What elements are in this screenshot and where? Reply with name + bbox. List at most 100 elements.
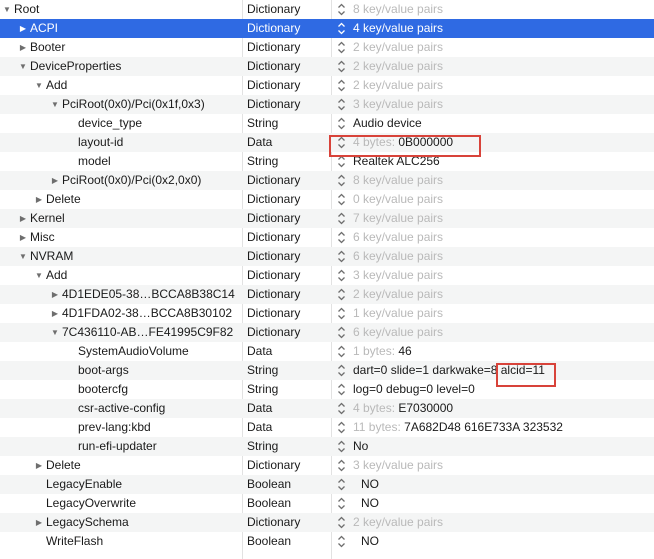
- stepper-icon[interactable]: [337, 306, 346, 321]
- outline-row[interactable]: ▼ PciRoot(0x0)/Pci(0x1f,0x3) Dictionary 3 k…: [0, 95, 654, 114]
- stepper-icon[interactable]: [337, 2, 346, 17]
- value-text[interactable]: 1 bytes: 46: [353, 342, 412, 361]
- stepper-icon[interactable]: [337, 192, 346, 207]
- value-text[interactable]: NO: [361, 532, 379, 551]
- value-text[interactable]: 1 key/value pairs: [353, 304, 443, 323]
- type-cell[interactable]: Dictionary: [247, 19, 325, 38]
- type-cell[interactable]: Boolean: [247, 494, 325, 513]
- value-text[interactable]: 3 key/value pairs: [353, 266, 443, 285]
- outline-row[interactable]: ▼ Add Dictionary 3 key/value pairs: [0, 266, 654, 285]
- key-cell[interactable]: csr-active-config: [0, 399, 236, 418]
- key-cell[interactable]: ▶ Booter: [0, 38, 236, 57]
- stepper-icon[interactable]: [337, 439, 346, 454]
- disclosure-expanded-icon[interactable]: ▼: [18, 247, 28, 266]
- value-text[interactable]: 3 key/value pairs: [353, 456, 443, 475]
- key-cell[interactable]: ▶ 4D1FDA02-38…BCCA8B30102: [0, 304, 236, 323]
- value-text[interactable]: 4 bytes: 0B000000: [353, 133, 453, 152]
- value-text[interactable]: 6 key/value pairs: [353, 323, 443, 342]
- value-text[interactable]: No: [353, 437, 368, 456]
- type-cell[interactable]: Data: [247, 399, 325, 418]
- value-text[interactable]: 0 key/value pairs: [353, 190, 443, 209]
- value-text[interactable]: 2 key/value pairs: [353, 57, 443, 76]
- outline-row[interactable]: ▶ Kernel Dictionary 7 key/value pairs: [0, 209, 654, 228]
- stepper-icon[interactable]: [337, 40, 346, 55]
- type-cell[interactable]: Dictionary: [247, 57, 325, 76]
- key-cell[interactable]: prev-lang:kbd: [0, 418, 236, 437]
- value-text[interactable]: 3 key/value pairs: [353, 95, 443, 114]
- key-cell[interactable]: model: [0, 152, 236, 171]
- outline-row[interactable]: ▼ NVRAM Dictionary 6 key/value pairs: [0, 247, 654, 266]
- outline-row[interactable]: ▶ LegacySchema Dictionary 2 key/value pairs: [0, 513, 654, 532]
- stepper-icon[interactable]: [337, 496, 346, 511]
- type-cell[interactable]: String: [247, 114, 325, 133]
- type-cell[interactable]: Boolean: [247, 532, 325, 551]
- type-cell[interactable]: Dictionary: [247, 95, 325, 114]
- value-text[interactable]: 6 key/value pairs: [353, 228, 443, 247]
- disclosure-expanded-icon[interactable]: ▼: [2, 0, 12, 19]
- key-cell[interactable]: device_type: [0, 114, 236, 133]
- key-cell[interactable]: run-efi-updater: [0, 437, 236, 456]
- key-cell[interactable]: ▼ Add: [0, 76, 236, 95]
- outline-row[interactable]: ▶ Booter Dictionary 2 key/value pairs: [0, 38, 654, 57]
- key-cell[interactable]: ▶ ACPI: [0, 19, 236, 38]
- stepper-icon[interactable]: [337, 268, 346, 283]
- stepper-icon[interactable]: [337, 325, 346, 340]
- value-text[interactable]: 7 key/value pairs: [353, 209, 443, 228]
- key-cell[interactable]: ▼ Add: [0, 266, 236, 285]
- stepper-icon[interactable]: [337, 420, 346, 435]
- value-text[interactable]: Realtek ALC256: [353, 152, 440, 171]
- stepper-icon[interactable]: [337, 363, 346, 378]
- key-cell[interactable]: ▶ Kernel: [0, 209, 236, 228]
- disclosure-expanded-icon[interactable]: ▼: [34, 266, 44, 285]
- outline-row[interactable]: run-efi-updater String No: [0, 437, 654, 456]
- key-cell[interactable]: WriteFlash: [0, 532, 236, 551]
- outline-row[interactable]: WriteFlash Boolean NO: [0, 532, 654, 551]
- outline-row[interactable]: ▶ Delete Dictionary 0 key/value pairs: [0, 190, 654, 209]
- type-cell[interactable]: Dictionary: [247, 513, 325, 532]
- key-cell[interactable]: bootercfg: [0, 380, 236, 399]
- type-cell[interactable]: Boolean: [247, 475, 325, 494]
- outline-row[interactable]: ▶ 4D1FDA02-38…BCCA8B30102 Dictionary 1 key/…: [0, 304, 654, 323]
- outline-row[interactable]: SystemAudioVolume Data 1 bytes: 46: [0, 342, 654, 361]
- value-text[interactable]: NO: [361, 494, 379, 513]
- outline-row[interactable]: ▶ 4D1EDE05-38…BCCA8B38C14 Dictionary 2 key/…: [0, 285, 654, 304]
- outline-row[interactable]: ▼ Root Dictionary 8 key/value pairs: [0, 0, 654, 19]
- stepper-icon[interactable]: [337, 211, 346, 226]
- type-cell[interactable]: Dictionary: [247, 228, 325, 247]
- outline-row[interactable]: device_type String Audio device: [0, 114, 654, 133]
- stepper-icon[interactable]: [337, 116, 346, 131]
- value-text[interactable]: 2 key/value pairs: [353, 76, 443, 95]
- stepper-icon[interactable]: [337, 382, 346, 397]
- disclosure-collapsed-icon[interactable]: ▶: [18, 38, 28, 57]
- stepper-icon[interactable]: [337, 401, 346, 416]
- key-cell[interactable]: ▼ NVRAM: [0, 247, 236, 266]
- stepper-icon[interactable]: [337, 97, 346, 112]
- key-cell[interactable]: ▼ Root: [0, 0, 236, 19]
- stepper-icon[interactable]: [337, 534, 346, 549]
- stepper-icon[interactable]: [337, 154, 346, 169]
- disclosure-collapsed-icon[interactable]: ▶: [18, 19, 28, 38]
- stepper-icon[interactable]: [337, 21, 346, 36]
- outline-row[interactable]: ▶ Delete Dictionary 3 key/value pairs: [0, 456, 654, 475]
- type-cell[interactable]: Data: [247, 133, 325, 152]
- disclosure-collapsed-icon[interactable]: ▶: [50, 304, 60, 323]
- type-cell[interactable]: String: [247, 437, 325, 456]
- value-text[interactable]: 2 key/value pairs: [353, 38, 443, 57]
- key-cell[interactable]: LegacyEnable: [0, 475, 236, 494]
- outline-row[interactable]: layout-id Data 4 bytes: 0B000000: [0, 133, 654, 152]
- type-cell[interactable]: Dictionary: [247, 285, 325, 304]
- type-cell[interactable]: Data: [247, 418, 325, 437]
- key-cell[interactable]: ▶ Misc: [0, 228, 236, 247]
- type-cell[interactable]: Dictionary: [247, 76, 325, 95]
- key-cell[interactable]: LegacyOverwrite: [0, 494, 236, 513]
- disclosure-expanded-icon[interactable]: ▼: [50, 323, 60, 342]
- key-cell[interactable]: layout-id: [0, 133, 236, 152]
- outline-row[interactable]: ▶ Misc Dictionary 6 key/value pairs: [0, 228, 654, 247]
- disclosure-expanded-icon[interactable]: ▼: [50, 95, 60, 114]
- disclosure-collapsed-icon[interactable]: ▶: [18, 209, 28, 228]
- type-cell[interactable]: Dictionary: [247, 190, 325, 209]
- disclosure-collapsed-icon[interactable]: ▶: [50, 171, 60, 190]
- stepper-icon[interactable]: [337, 344, 346, 359]
- key-cell[interactable]: ▼ PciRoot(0x0)/Pci(0x1f,0x3): [0, 95, 236, 114]
- key-cell[interactable]: ▶ 4D1EDE05-38…BCCA8B38C14: [0, 285, 236, 304]
